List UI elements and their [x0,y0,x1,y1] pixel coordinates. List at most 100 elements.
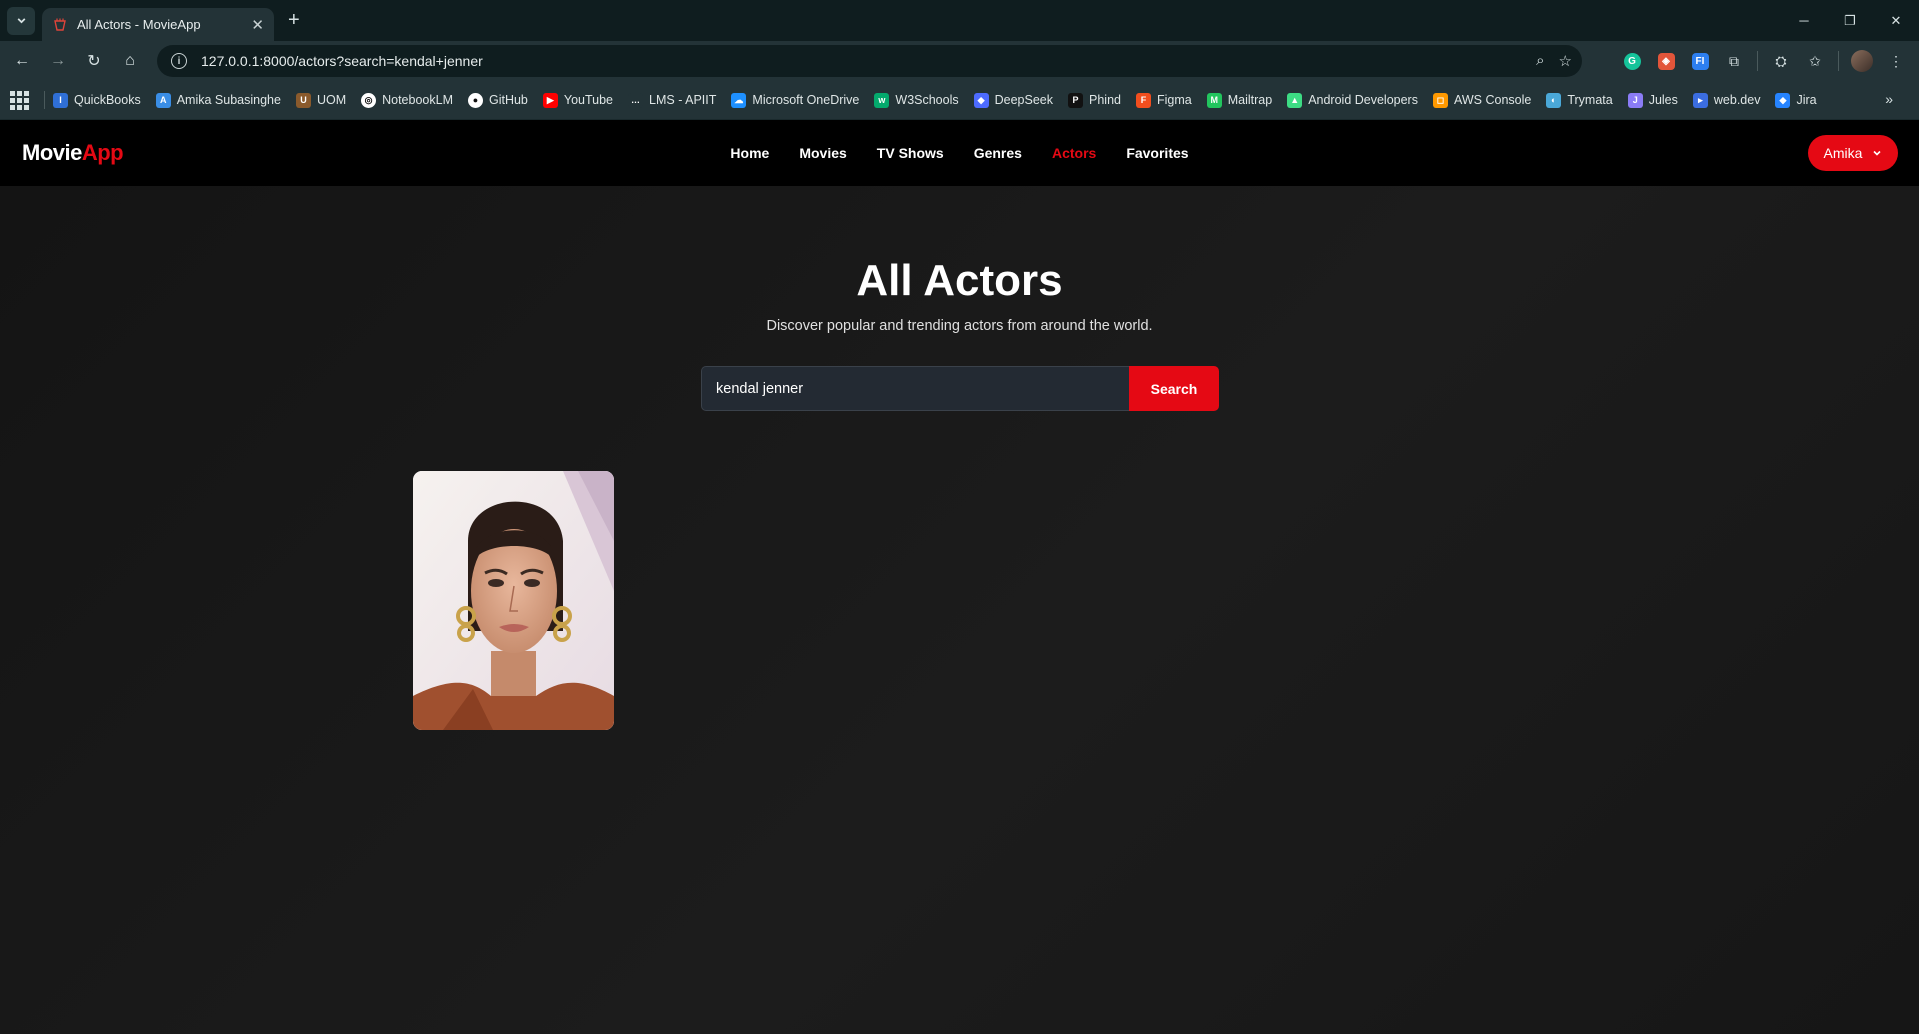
bookmark-favicon-icon: ◎ [361,92,377,108]
bookmark-favicon-icon: ◻ [1432,92,1448,108]
minimize-icon[interactable]: ─ [1781,0,1827,41]
new-tab-icon[interactable]: + [288,9,300,32]
bookmark-item[interactable]: U UOM [295,92,347,108]
search-form: Search [701,366,1219,411]
bookmark-item[interactable]: ◎ NotebookLM [361,92,453,108]
bookmark-label: DeepSeek [994,93,1053,107]
incognito-icon[interactable]: ⛭ [1764,53,1798,70]
bookmark-favicon-icon: ▶ [542,92,558,108]
bookmark-star-icon[interactable]: ☆ [1559,52,1572,70]
chevron-down-icon [1873,150,1882,156]
bookmark-label: web.dev [1713,93,1761,107]
actor-card[interactable] [413,471,614,730]
home-icon[interactable]: ⌂ [112,43,148,79]
user-menu-button[interactable]: Amika [1808,135,1898,171]
nav-genres[interactable]: Genres [974,145,1022,161]
bookmark-favicon-icon: ▲ [1287,92,1303,108]
close-window-icon[interactable]: ✕ [1873,0,1919,41]
bookmark-favicon-icon: I [53,92,68,108]
grammarly-icon[interactable]: G [1615,52,1649,70]
url-text[interactable]: 127.0.0.1:8000/actors?search=kendal+jenn… [201,53,1536,69]
omnibox-actions: ⌕ ☆ [1536,52,1572,70]
bookmark-label: Android Developers [1308,93,1418,107]
bookmark-item[interactable]: ▶ YouTube [542,92,614,108]
extension-icon[interactable]: ◈ [1649,52,1683,70]
bookmark-label: QuickBooks [74,93,141,107]
toolbar-divider [1757,51,1758,71]
bookmark-label: AWS Console [1453,93,1532,107]
bookmark-label: Microsoft OneDrive [752,93,860,107]
bookmarks-bar: I QuickBooks A Amika Subasinghe U UOM ◎ Noteboo… [0,81,1919,120]
bookmarks-icon[interactable]: ✩ [1798,53,1832,70]
bookmark-item[interactable]: ◆ DeepSeek [973,92,1053,108]
apps-grid-icon[interactable] [10,90,30,110]
bookmark-item[interactable]: ☁ Microsoft OneDrive [731,92,860,108]
zoom-icon[interactable]: ⌕ [1536,52,1544,70]
nav-home[interactable]: Home [730,145,769,161]
nav-tv-shows[interactable]: TV Shows [877,145,944,161]
tab-search-button[interactable] [7,6,35,35]
bookmark-item[interactable]: ◆ Jira [1775,92,1817,108]
bookmark-label: Trymata [1567,93,1613,107]
bookmark-item[interactable]: F Figma [1135,92,1192,108]
bookmark-item[interactable]: ◐ Trymata [1546,92,1613,108]
browser-toolbar: ← → ↻ ⌂ i 127.0.0.1:8000/actors?search=k… [0,41,1919,81]
reload-icon[interactable]: ↻ [76,43,112,79]
bookmark-item[interactable]: I QuickBooks [53,92,141,108]
bookmark-label: W3Schools [895,93,959,107]
bookmark-item[interactable]: ● GitHub [467,92,528,108]
bookmark-item[interactable]: A Amika Subasinghe [155,92,281,108]
close-tab-icon[interactable]: ✕ [251,16,264,34]
bookmark-favicon-icon: w [874,92,890,108]
bookmark-favicon-icon: F [1135,92,1151,108]
app-navbar: MovieApp Home Movies TV Shows Genres Act… [0,120,1919,186]
chevron-down-icon [17,18,25,24]
bookmark-item[interactable]: ▸ web.dev [1692,92,1761,108]
bookmark-favicon-icon: ◆ [973,92,989,108]
bookmark-item[interactable]: P Phind [1068,92,1121,108]
nav-movies[interactable]: Movies [799,145,846,161]
bookmark-item[interactable]: w W3Schools [874,92,959,108]
page-subtitle: Discover popular and trending actors fro… [766,318,1153,334]
user-name: Amika [1823,145,1863,161]
back-icon[interactable]: ← [4,43,40,79]
forward-icon[interactable]: → [40,43,76,79]
bookmark-favicon-icon: M [1206,92,1222,108]
bookmark-item[interactable]: ▲ Android Developers [1287,92,1418,108]
nav-actors[interactable]: Actors [1052,145,1096,161]
search-input[interactable] [701,366,1129,411]
bookmark-label: LMS - APIIT [649,93,717,107]
fi-extension-icon[interactable]: FI [1683,52,1717,70]
window-controls: ─ ❐ ✕ [1781,0,1919,41]
bookmark-favicon-icon: ◆ [1775,92,1791,108]
page-title: All Actors [856,256,1063,305]
bookmark-favicon-icon: U [295,92,311,108]
search-button[interactable]: Search [1129,366,1219,411]
more-bookmarks-icon[interactable]: » [1885,91,1893,107]
restore-icon[interactable]: ❐ [1827,0,1873,41]
menu-kebab-icon[interactable]: ⋮ [1879,53,1913,70]
nav-favorites[interactable]: Favorites [1126,145,1188,161]
bookmark-label: Amika Subasinghe [176,93,281,107]
profile-avatar[interactable] [1845,50,1879,72]
toolbar-divider [1838,51,1839,71]
bookmark-favicon-icon: A [155,92,171,108]
bookmark-item[interactable]: M Mailtrap [1206,92,1273,108]
bookmark-item[interactable]: J Jules [1627,92,1678,108]
tab-strip: All Actors - MovieApp ✕ + ─ ❐ ✕ [0,0,1919,41]
extensions-area: G ◈ FI ⧉ ⛭ ✩ ⋮ [1615,41,1919,81]
site-info-icon[interactable]: i [171,53,187,69]
bookmark-label: YouTube [563,93,614,107]
puzzle-icon[interactable]: ⧉ [1717,53,1751,70]
bookmark-label: Phind [1089,93,1121,107]
bookmark-label: Mailtrap [1227,93,1273,107]
bookmark-label: UOM [316,93,347,107]
bookmark-item[interactable]: … LMS - APIIT [628,92,717,108]
bookmark-list: I QuickBooks A Amika Subasinghe U UOM ◎ Noteboo… [53,92,1832,108]
bookmark-item[interactable]: ◻ AWS Console [1432,92,1532,108]
bookmark-label: GitHub [488,93,528,107]
browser-tab-active[interactable]: All Actors - MovieApp ✕ [42,8,274,41]
address-bar[interactable]: i 127.0.0.1:8000/actors?search=kendal+je… [157,45,1582,77]
bookmark-favicon-icon: P [1068,92,1083,108]
bookmarks-divider [44,91,45,109]
